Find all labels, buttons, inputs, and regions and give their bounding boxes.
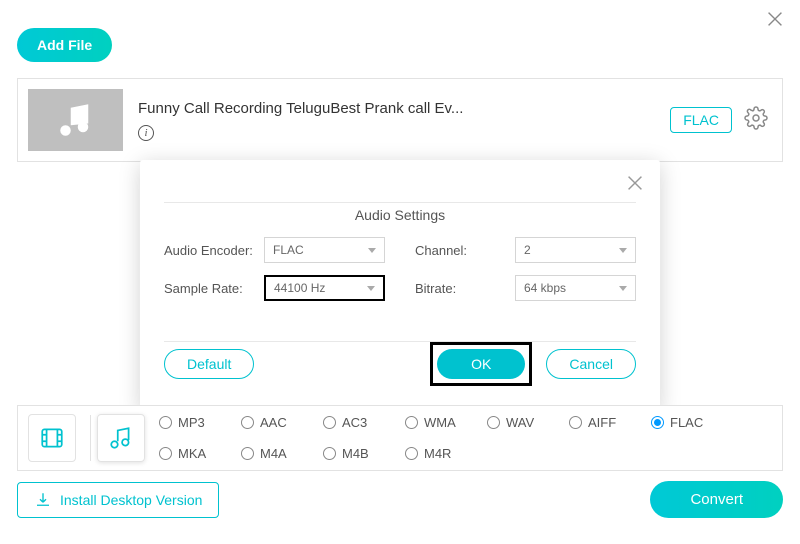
install-desktop-button[interactable]: Install Desktop Version <box>17 482 219 518</box>
bitrate-label: Bitrate: <box>415 281 515 296</box>
format-label: MP3 <box>178 415 205 430</box>
format-options: MP3 AAC AC3 WMA WAV AIFF FLAC MKA M4A M4B M4R <box>153 415 782 461</box>
ok-highlight-box: OK <box>430 342 532 386</box>
radio-icon <box>159 416 172 429</box>
chevron-down-icon <box>368 248 376 253</box>
default-button[interactable]: Default <box>164 349 254 379</box>
info-icon[interactable]: i <box>138 125 154 141</box>
format-label: M4B <box>342 446 369 461</box>
format-option-m4b[interactable]: M4B <box>323 446 405 461</box>
format-option-aiff[interactable]: AIFF <box>569 415 651 430</box>
format-label: M4R <box>424 446 451 461</box>
format-option-m4r[interactable]: M4R <box>405 446 487 461</box>
cancel-button[interactable]: Cancel <box>546 349 636 379</box>
modal-close-icon[interactable] <box>624 172 646 199</box>
film-icon <box>39 425 65 451</box>
gear-icon[interactable] <box>744 106 768 135</box>
format-option-wav[interactable]: WAV <box>487 415 569 430</box>
encoder-select[interactable]: FLAC <box>264 237 385 263</box>
channel-label: Channel: <box>415 243 515 258</box>
radio-icon <box>405 416 418 429</box>
file-title: Funny Call Recording TeluguBest Prank ca… <box>138 100 670 117</box>
radio-icon <box>405 447 418 460</box>
format-option-m4a[interactable]: M4A <box>241 446 323 461</box>
tab-audio[interactable] <box>97 414 145 462</box>
radio-icon <box>487 416 500 429</box>
add-file-button[interactable]: Add File <box>17 28 112 62</box>
bitrate-select[interactable]: 64 kbps <box>515 275 636 301</box>
sample-rate-select[interactable]: 44100 Hz <box>264 275 385 301</box>
channel-select[interactable]: 2 <box>515 237 636 263</box>
chevron-down-icon <box>367 286 375 291</box>
music-icon <box>108 425 134 451</box>
ok-button[interactable]: OK <box>437 349 525 379</box>
format-option-aac[interactable]: AAC <box>241 415 323 430</box>
format-option-ac3[interactable]: AC3 <box>323 415 405 430</box>
format-option-wma[interactable]: WMA <box>405 415 487 430</box>
divider <box>90 415 91 461</box>
music-note-icon <box>55 99 97 141</box>
radio-icon <box>651 416 664 429</box>
convert-button[interactable]: Convert <box>650 481 783 518</box>
format-label: WMA <box>424 415 456 430</box>
format-panel: MP3 AAC AC3 WMA WAV AIFF FLAC MKA M4A M4B M4R <box>17 405 783 471</box>
file-row: Funny Call Recording TeluguBest Prank ca… <box>17 78 783 162</box>
radio-icon <box>159 447 172 460</box>
radio-icon <box>323 416 336 429</box>
format-option-flac[interactable]: FLAC <box>651 415 733 430</box>
radio-icon <box>323 447 336 460</box>
tab-video[interactable] <box>28 414 76 462</box>
modal-title: Audio Settings <box>164 203 636 237</box>
download-icon <box>34 491 52 509</box>
audio-settings-modal: Audio Settings Audio Encoder: FLAC Sampl… <box>140 160 660 410</box>
encoder-label: Audio Encoder: <box>164 243 264 258</box>
format-label: AIFF <box>588 415 616 430</box>
radio-icon <box>241 447 254 460</box>
chevron-down-icon <box>619 248 627 253</box>
format-label: WAV <box>506 415 534 430</box>
format-pill-button[interactable]: FLAC <box>670 107 732 133</box>
format-label: M4A <box>260 446 287 461</box>
format-option-mp3[interactable]: MP3 <box>159 415 241 430</box>
file-info: Funny Call Recording TeluguBest Prank ca… <box>138 100 670 141</box>
format-label: AC3 <box>342 415 367 430</box>
format-label: FLAC <box>670 415 703 430</box>
format-label: MKA <box>178 446 206 461</box>
chevron-down-icon <box>619 286 627 291</box>
sample-rate-label: Sample Rate: <box>164 281 264 296</box>
close-icon[interactable] <box>764 8 786 35</box>
format-label: AAC <box>260 415 287 430</box>
format-option-mka[interactable]: MKA <box>159 446 241 461</box>
radio-icon <box>241 416 254 429</box>
file-thumbnail <box>28 89 123 151</box>
radio-icon <box>569 416 582 429</box>
